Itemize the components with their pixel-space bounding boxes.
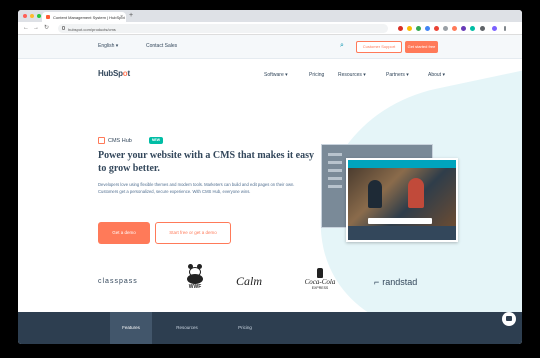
lock-icon [62, 26, 65, 30]
menu-kebab-icon[interactable] [504, 26, 506, 31]
wwf-logo: WWF [184, 264, 206, 290]
mock-input [368, 218, 432, 224]
hero-headline: Power your website with a CMS that makes… [98, 150, 315, 174]
start-free-button[interactable]: Start free or get a demo [155, 222, 231, 244]
main-nav: HubSpot Software ▾ Pricing Resources ▾ P… [18, 59, 522, 89]
cms-hub-label: CMS Hub [98, 137, 132, 144]
randstad-logo: ⌐ randstad [374, 277, 417, 287]
cms-hub-text: CMS Hub [108, 137, 132, 144]
extension-icon[interactable] [398, 26, 403, 31]
favicon-icon [46, 15, 50, 19]
forward-icon[interactable]: → [33, 25, 39, 32]
get-started-button[interactable]: Get started free [405, 41, 438, 53]
new-badge: NEW [149, 137, 163, 144]
calm-logo: Calm [236, 274, 263, 288]
extension-icon[interactable] [452, 26, 457, 31]
coca-cola-text: Coca-Cola [304, 278, 336, 286]
address-bar[interactable]: hubspot.com/products/cms [58, 24, 388, 33]
hero-body: Developers love using flexible themes an… [98, 182, 295, 194]
wwf-text: WWF [188, 284, 202, 290]
utility-bar: English ▾ Contact Sales ⌕ Customer Suppo… [18, 35, 522, 59]
sticky-section-nav: Features Resources Pricing [18, 312, 522, 344]
coca-cola-logo: Coca-Cola EXPRESS [304, 268, 336, 290]
chat-widget-icon[interactable] [502, 312, 516, 326]
mock-header [348, 160, 456, 168]
product-screenshot-front [346, 158, 458, 242]
extension-icon[interactable] [480, 26, 485, 31]
randstad-icon: ⌐ [374, 277, 380, 287]
mock-footer [348, 226, 456, 240]
search-icon[interactable]: ⌕ [340, 42, 344, 50]
panda-icon [186, 264, 204, 284]
get-demo-button[interactable]: Get a demo [98, 222, 150, 244]
nav-item-resources[interactable]: Resources ▾ [338, 72, 366, 78]
minimize-window-icon[interactable] [30, 14, 34, 18]
extension-icon[interactable] [416, 26, 421, 31]
extension-icon[interactable] [461, 26, 466, 31]
reload-icon[interactable]: ↻ [44, 25, 49, 32]
browser-tab[interactable]: Content Management System | HubSpot × [42, 12, 126, 22]
nav-item-partners[interactable]: Partners ▾ [386, 72, 409, 78]
nav-item-software[interactable]: Software ▾ [264, 72, 288, 78]
url-text: hubspot.com/products/cms [68, 26, 116, 32]
mock-hero-photo [348, 168, 456, 226]
new-tab-button[interactable]: + [129, 12, 133, 20]
tab-resources[interactable]: Resources [166, 312, 208, 344]
bottle-icon [317, 268, 323, 278]
hubspot-logo[interactable]: HubSpot [98, 69, 130, 78]
customer-logos: classpass WWF Calm Coca-Cola EXPRESS ⌐ ra… [98, 264, 458, 302]
tab-pricing[interactable]: Pricing [224, 312, 266, 344]
contact-sales-link[interactable]: Contact Sales [146, 43, 177, 49]
coca-cola-subtext: EXPRESS [311, 286, 329, 290]
extension-icon[interactable] [425, 26, 430, 31]
browser-toolbar: ← → ↻ hubspot.com/products/cms [18, 22, 522, 35]
tab-title: Content Management System | HubSpot [53, 15, 125, 20]
back-icon[interactable]: ← [23, 25, 29, 32]
support-button[interactable]: Customer Support [356, 41, 402, 53]
window-controls [23, 14, 41, 18]
browser-window: Content Management System | HubSpot × + … [18, 10, 522, 344]
extension-icon[interactable] [407, 26, 412, 31]
tab-close-icon[interactable]: × [120, 14, 123, 20]
language-selector[interactable]: English ▾ [98, 43, 118, 49]
nav-item-about[interactable]: About ▾ [428, 72, 445, 78]
randstad-text: randstad [382, 277, 418, 287]
extension-icon[interactable] [470, 26, 475, 31]
tab-features[interactable]: Features [110, 312, 152, 344]
browser-tab-bar: Content Management System | HubSpot × + [18, 10, 522, 22]
maximize-window-icon[interactable] [37, 14, 41, 18]
cms-hub-icon [98, 137, 105, 144]
nav-item-pricing[interactable]: Pricing [309, 72, 324, 78]
extension-icon[interactable] [443, 26, 448, 31]
classpass-logo: classpass [98, 278, 138, 285]
profile-avatar[interactable] [492, 26, 497, 31]
extension-icon[interactable] [434, 26, 439, 31]
close-window-icon[interactable] [23, 14, 27, 18]
